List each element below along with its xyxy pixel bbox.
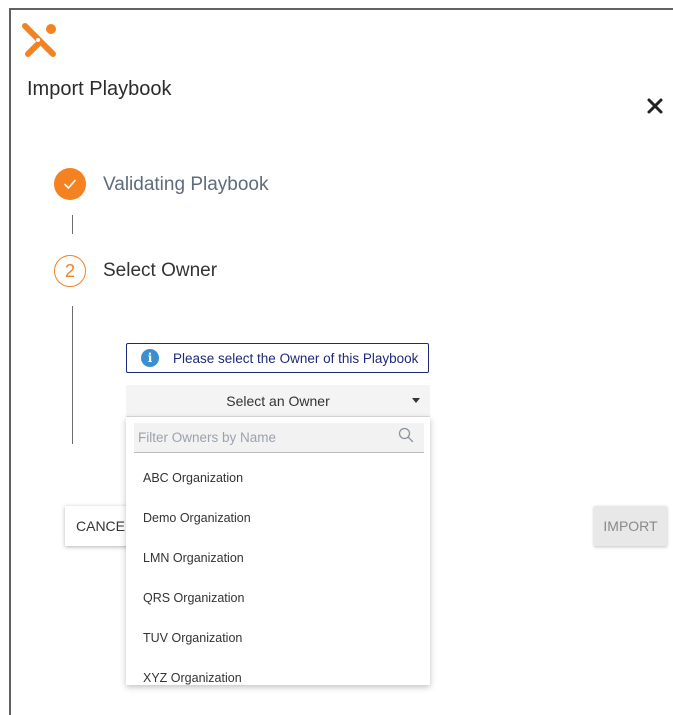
owner-option[interactable]: ABC Organization — [143, 471, 243, 485]
owner-select-value: Select an Owner — [226, 392, 330, 409]
close-icon[interactable] — [643, 94, 667, 118]
step-1-label: Validating Playbook — [103, 174, 269, 195]
brand-logo-icon — [22, 23, 56, 57]
chevron-down-icon — [412, 398, 420, 403]
step-2-number: 2 — [64, 260, 75, 281]
owner-filter-input[interactable] — [134, 423, 424, 453]
owner-option[interactable]: LMN Organization — [143, 551, 244, 565]
info-icon: i — [141, 349, 159, 367]
step-1-indicator — [54, 168, 86, 200]
cancel-button-label: CANCEL — [76, 518, 133, 534]
import-button[interactable]: IMPORT — [594, 506, 667, 546]
dialog-title: Import Playbook — [27, 78, 172, 100]
info-message-text: Please select the Owner of this Playbook — [173, 350, 419, 366]
search-icon — [398, 427, 414, 443]
owner-option[interactable]: TUV Organization — [143, 631, 242, 645]
owner-option[interactable]: Demo Organization — [143, 511, 251, 525]
owner-select[interactable]: Select an Owner — [126, 385, 430, 417]
step-content-line — [72, 306, 73, 444]
owner-option[interactable]: QRS Organization — [143, 591, 244, 605]
step-2-label: Select Owner — [103, 260, 218, 281]
info-message: i Please select the Owner of this Playbo… — [126, 343, 429, 373]
import-button-label: IMPORT — [603, 518, 658, 534]
step-connector — [72, 215, 73, 234]
owner-option[interactable]: XYZ Organization — [143, 671, 242, 685]
step-2-indicator: 2 — [54, 255, 86, 287]
check-icon — [64, 179, 76, 189]
owner-dropdown: ABC Organization Demo Organization LMN O… — [126, 417, 430, 685]
